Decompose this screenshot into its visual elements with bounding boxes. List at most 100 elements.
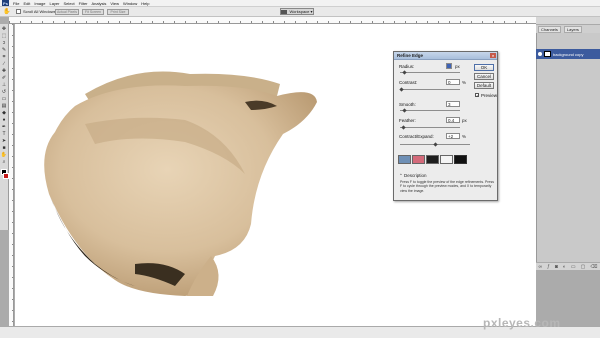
contract-expand-slider-knob[interactable] — [433, 142, 438, 147]
hand-icon[interactable]: ✋ — [1, 152, 8, 158]
scroll-all-windows-label: Scroll All Windows — [23, 9, 56, 14]
ok-button[interactable]: OK — [474, 64, 494, 71]
hand-tool-icon: ✋ — [3, 9, 11, 15]
clone-stamp-icon[interactable]: ⊥ — [1, 82, 8, 88]
cancel-button[interactable]: Cancel — [474, 73, 494, 80]
type-icon[interactable]: T — [1, 131, 8, 137]
shape-icon[interactable]: ■ — [1, 145, 8, 151]
contract-expand-label: Contract/Expand: — [399, 134, 434, 139]
menu-bar: Ps File Edit Image Layer Select Filter A… — [0, 0, 600, 7]
refine-edge-dialog: Refine Edge × Radius: px Contrast: 0 % S… — [393, 51, 498, 201]
menu-view[interactable]: View — [110, 1, 119, 6]
watermark: pxleyes.com — [483, 316, 561, 330]
adjustment-icon[interactable]: ◐ — [563, 264, 566, 270]
menu-filter[interactable]: Filter — [79, 1, 88, 6]
radius-label: Radius: — [399, 64, 415, 69]
description-header[interactable]: ⌃ Description — [399, 173, 427, 179]
menu-file[interactable]: File — [13, 1, 19, 6]
eyedropper-icon[interactable]: ∕ — [1, 61, 8, 67]
background-color-swatch[interactable] — [2, 173, 9, 179]
trash-icon[interactable]: ⌫ — [590, 264, 597, 270]
fit-screen-button[interactable]: Fit Screen — [82, 9, 104, 15]
new-layer-icon[interactable]: ▢ — [581, 264, 586, 270]
eraser-icon[interactable]: ▭ — [1, 96, 8, 102]
zoom-icon[interactable]: ⌕ — [1, 159, 8, 165]
print-size-button[interactable]: Print Size — [107, 9, 129, 15]
feather-label: Feather: — [399, 118, 416, 123]
actual-pixels-button[interactable]: Actual Pixels — [55, 9, 79, 15]
folder-icon[interactable]: ▭ — [571, 264, 576, 270]
description-text: Press F to toggle the preview of the edg… — [400, 180, 494, 193]
mask-mode-icon[interactable] — [454, 155, 467, 164]
fx-icon[interactable]: ƒ — [547, 264, 550, 270]
layer-thumbnail — [544, 51, 551, 57]
layers-panel — [536, 33, 600, 262]
panel-header — [536, 17, 600, 25]
quick-mask-mode-icon[interactable] — [412, 155, 425, 164]
contrast-label: Contrast: — [399, 80, 418, 85]
menu-select[interactable]: Select — [64, 1, 75, 6]
quick-select-icon[interactable]: ✎ — [1, 47, 8, 53]
contrast-slider[interactable] — [400, 89, 460, 90]
layers-panel-footer: ∞ ƒ ◙ ◐ ▭ ▢ ⌫ — [536, 262, 600, 270]
on-black-mode-icon[interactable] — [426, 155, 439, 164]
radius-slider-knob[interactable] — [402, 70, 407, 75]
contract-expand-input[interactable]: +2 — [446, 133, 460, 139]
layer-name: background copy — [553, 51, 584, 57]
smooth-input[interactable]: 3 — [446, 101, 460, 107]
marquee-icon[interactable]: ⬚ — [1, 33, 8, 39]
contrast-unit: % — [462, 80, 467, 85]
default-button[interactable]: Default — [474, 82, 494, 89]
blur-icon[interactable]: ◆ — [1, 110, 8, 116]
on-white-mode-icon[interactable] — [440, 155, 453, 164]
vertical-ruler[interactable] — [9, 24, 14, 326]
smooth-slider-knob[interactable] — [402, 108, 407, 113]
mask-icon[interactable]: ◙ — [555, 264, 558, 270]
move-icon[interactable]: ✥ — [1, 26, 8, 32]
history-brush-icon[interactable]: ↺ — [1, 89, 8, 95]
workspace-button[interactable]: Workspace ▾ — [280, 8, 314, 15]
standard-mode-icon[interactable] — [398, 155, 411, 164]
feather-slider[interactable] — [400, 127, 460, 128]
feather-input[interactable]: 0.4 — [446, 117, 460, 123]
lasso-icon[interactable]: ↄ — [1, 40, 8, 46]
options-bar: ✋ Scroll All Windows Actual Pixels Fit S… — [0, 7, 600, 17]
tab-layers[interactable]: Layers — [563, 25, 582, 33]
panel-tabs: Channels Layers — [536, 25, 600, 33]
menu-image[interactable]: Image — [34, 1, 45, 6]
smooth-slider[interactable] — [400, 110, 460, 111]
description-label: Description — [404, 173, 427, 178]
feather-unit: px — [462, 118, 467, 123]
radius-unit: px — [455, 64, 460, 69]
dodge-icon[interactable]: ● — [1, 117, 8, 123]
layer-row[interactable]: background copy — [536, 49, 600, 59]
menu-window[interactable]: Window — [123, 1, 137, 6]
gradient-icon[interactable]: ▤ — [1, 103, 8, 109]
menu-help[interactable]: Help — [141, 1, 149, 6]
horizontal-ruler[interactable] — [9, 17, 536, 24]
healing-icon[interactable]: ✚ — [1, 68, 8, 74]
close-icon[interactable]: × — [490, 53, 496, 58]
brush-icon[interactable]: ✐ — [1, 75, 8, 81]
menu-edit[interactable]: Edit — [23, 1, 30, 6]
menu-analysis[interactable]: Analysis — [92, 1, 107, 6]
dialog-title-bar[interactable]: Refine Edge × — [394, 52, 497, 60]
preview-checkbox[interactable]: ✓ — [475, 93, 479, 98]
tab-channels[interactable]: Channels — [538, 25, 561, 33]
path-select-icon[interactable]: ➤ — [1, 138, 8, 144]
workspace-label: Workspace ▾ — [289, 9, 313, 14]
crop-icon[interactable]: ⌗ — [1, 54, 8, 60]
feather-slider-knob[interactable] — [401, 125, 406, 130]
scroll-all-windows-checkbox[interactable] — [16, 9, 21, 14]
menu-layer[interactable]: Layer — [49, 1, 59, 6]
radius-input[interactable] — [446, 63, 452, 69]
pen-icon[interactable]: ✒ — [1, 124, 8, 130]
radius-slider[interactable] — [400, 72, 460, 73]
contrast-slider-knob[interactable] — [399, 87, 404, 92]
contrast-input[interactable]: 0 — [446, 79, 460, 85]
toolbox: ✥ ⬚ ↄ ✎ ⌗ ∕ ✚ ✐ ⊥ ↺ ▭ ▤ ◆ ● ✒ T ➤ ■ ✋ ⌕ — [0, 24, 9, 230]
workspace-icon — [281, 9, 288, 14]
dialog-title: Refine Edge — [397, 53, 424, 58]
eye-icon[interactable] — [538, 52, 542, 56]
link-icon[interactable]: ∞ — [539, 264, 543, 270]
